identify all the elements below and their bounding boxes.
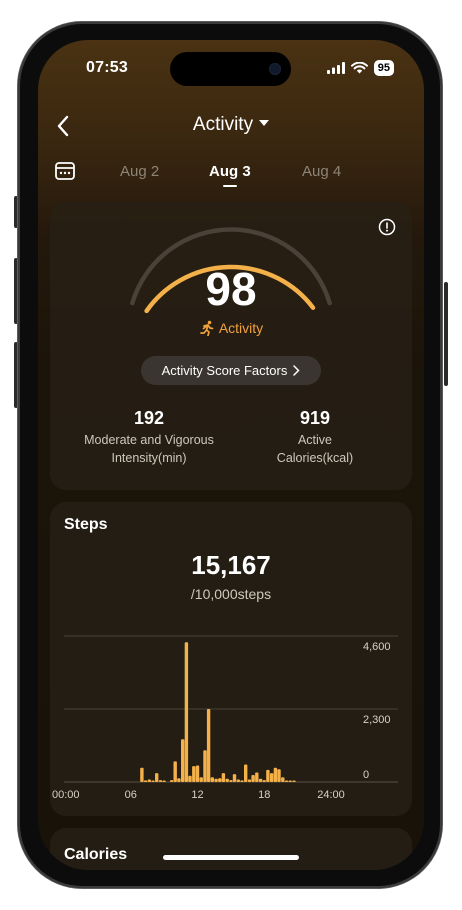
metric-value: 919	[299, 408, 331, 428]
steps-bar	[258, 778, 263, 782]
metric-value: 192	[133, 408, 165, 428]
steps-bar	[155, 773, 159, 782]
date-selector: Aug 2 Aug 3 Aug 4	[38, 160, 424, 190]
steps-bar	[281, 777, 285, 782]
steps-bar	[210, 777, 214, 782]
steps-bar	[244, 764, 248, 782]
steps-bar	[262, 780, 266, 782]
steps-bar	[270, 773, 274, 782]
steps-bar	[232, 774, 237, 782]
chevron-right-icon	[293, 365, 300, 376]
steps-bar	[255, 772, 259, 782]
caret-down-icon	[259, 119, 270, 126]
date-tab-aug-3[interactable]: Aug 3	[209, 163, 251, 187]
activity-score: 98	[205, 263, 257, 315]
steps-bar	[251, 775, 255, 782]
status-icons: 95	[326, 60, 394, 76]
metric-intensity: 192 Moderate and Vigorous Intensity(min)	[74, 408, 224, 467]
steps-bar	[181, 739, 185, 782]
steps-bar	[221, 773, 226, 782]
steps-bar	[277, 769, 281, 782]
steps-bar	[151, 780, 155, 782]
y-tick-label: 0	[363, 769, 369, 781]
steps-bar	[225, 778, 229, 782]
steps-bar	[266, 769, 270, 782]
steps-bar	[143, 780, 148, 782]
x-tick-label: 00:00	[52, 789, 80, 801]
date-tab-aug-4[interactable]: Aug 4	[302, 163, 341, 180]
metric-label-line2: Intensity(min)	[111, 451, 187, 465]
activity-score-label: Activity	[50, 320, 412, 337]
steps-bar	[199, 777, 203, 782]
y-tick-label: 4,600	[363, 641, 391, 653]
steps-bar	[188, 775, 192, 782]
steps-bar	[288, 780, 292, 782]
steps-bar	[284, 780, 289, 782]
y-tick-label: 2,300	[363, 714, 391, 726]
status-time: 07:53	[86, 59, 128, 76]
steps-bar	[173, 761, 177, 782]
steps-bar	[184, 642, 189, 782]
steps-goal: /10,000steps	[190, 586, 272, 602]
steps-bar	[177, 778, 181, 782]
steps-card[interactable]: Steps 15,167 /10,000steps 4,600 2,300 0 00:…	[50, 502, 412, 816]
activity-score-factors-button[interactable]: Activity Score Factors	[141, 356, 321, 385]
steps-bar-chart: 4,600 2,300 0 00:00 06 12 18 24:00	[52, 635, 398, 801]
metric-label-line2: Calories(kcal)	[276, 451, 354, 465]
x-tick-label: 12	[191, 789, 203, 801]
battery-icon: 95	[373, 60, 394, 76]
calories-title: Calories	[64, 846, 128, 863]
steps-bar	[214, 778, 218, 782]
screen: 07:53 95 Activity Aug 2 Aug 3 Aug 4 98 A…	[38, 40, 424, 870]
page-title: Activity	[192, 114, 254, 135]
calories-card[interactable]: Calories	[50, 828, 412, 870]
home-indicator[interactable]	[163, 855, 299, 860]
steps-bar	[218, 778, 222, 782]
steps-bar	[140, 767, 144, 782]
steps-bar	[195, 765, 200, 782]
metric-active-calories: 919 Active Calories(kcal)	[250, 408, 380, 467]
steps-bar	[169, 780, 174, 782]
x-tick-label: 06	[125, 789, 137, 801]
camera-icon	[269, 63, 281, 75]
steps-bar	[147, 779, 151, 782]
x-tick-label: 18	[258, 789, 270, 801]
steps-bar	[229, 780, 233, 782]
running-icon	[199, 320, 214, 337]
activity-dropdown[interactable]: Activity	[38, 114, 424, 136]
steps-bar	[273, 767, 278, 782]
wifi-icon	[350, 62, 368, 74]
x-tick-label: 24:00	[317, 789, 345, 801]
steps-bar	[192, 766, 196, 782]
steps-bar	[206, 709, 211, 782]
steps-bar	[158, 780, 163, 782]
power-button[interactable]	[444, 282, 448, 386]
steps-bar	[240, 780, 244, 782]
steps-bar	[162, 780, 166, 782]
steps-bar	[247, 779, 252, 782]
steps-title: Steps	[64, 516, 108, 533]
activity-label-text: Activity	[218, 320, 264, 336]
activity-score-card: 98 Activity Activity Score Factors 192 M…	[50, 202, 412, 490]
steps-bar	[292, 780, 296, 782]
steps-bar	[203, 750, 207, 782]
date-tab-aug-2[interactable]: Aug 2	[120, 163, 159, 180]
calendar-icon[interactable]	[54, 160, 76, 182]
dynamic-island	[170, 52, 291, 86]
metric-label-line1: Active	[297, 433, 333, 447]
metric-label-line1: Moderate and Vigorous	[84, 433, 214, 447]
steps-value: 15,167	[191, 550, 271, 580]
nav-bar: Activity	[38, 112, 424, 142]
steps-bar	[236, 779, 240, 782]
signal-icon	[326, 62, 345, 74]
factors-button-label: Activity Score Factors	[161, 363, 288, 378]
